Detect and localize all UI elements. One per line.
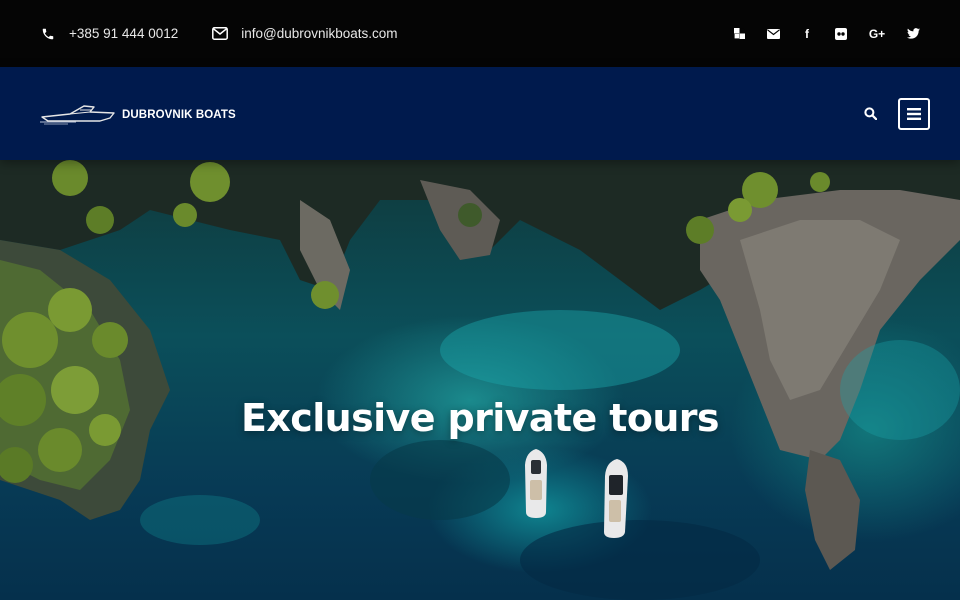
- hero-banner: Exclusive private tours: [0, 160, 960, 600]
- search-icon[interactable]: [862, 106, 878, 122]
- envelope-outline-icon: [212, 26, 229, 42]
- top-contact-bar: +385 91 444 0012 info@dubrovnikboats.com…: [0, 0, 960, 67]
- logo-text: DUBROVNIK BOATS: [122, 108, 236, 121]
- hero-background-image: [0, 160, 960, 600]
- phone-contact[interactable]: +385 91 444 0012: [40, 26, 178, 42]
- phone-icon: [40, 26, 56, 42]
- nav-actions: [862, 97, 930, 130]
- hamburger-menu-button[interactable]: [898, 97, 930, 130]
- envelope-icon[interactable]: [766, 27, 780, 41]
- facebook-icon[interactable]: f: [800, 27, 814, 41]
- email-address: info@dubrovnikboats.com: [241, 26, 398, 41]
- site-logo[interactable]: DUBROVNIK BOATS: [40, 101, 236, 127]
- email-contact[interactable]: info@dubrovnikboats.com: [212, 26, 398, 42]
- flickr-icon[interactable]: [834, 27, 848, 41]
- boat-right: [604, 459, 628, 538]
- google-plus-icon[interactable]: G+: [868, 27, 886, 41]
- boat-left: [525, 449, 547, 518]
- speedboat-logo-icon: [40, 104, 115, 124]
- phone-number: +385 91 444 0012: [69, 26, 179, 41]
- social-links: f G+: [732, 27, 920, 41]
- main-navbar: DUBROVNIK BOATS: [0, 67, 960, 160]
- twitter-icon[interactable]: [906, 27, 920, 41]
- hamburger-icon: [907, 107, 921, 120]
- delicious-icon[interactable]: [732, 27, 746, 41]
- hero-title: Exclusive private tours: [241, 396, 720, 440]
